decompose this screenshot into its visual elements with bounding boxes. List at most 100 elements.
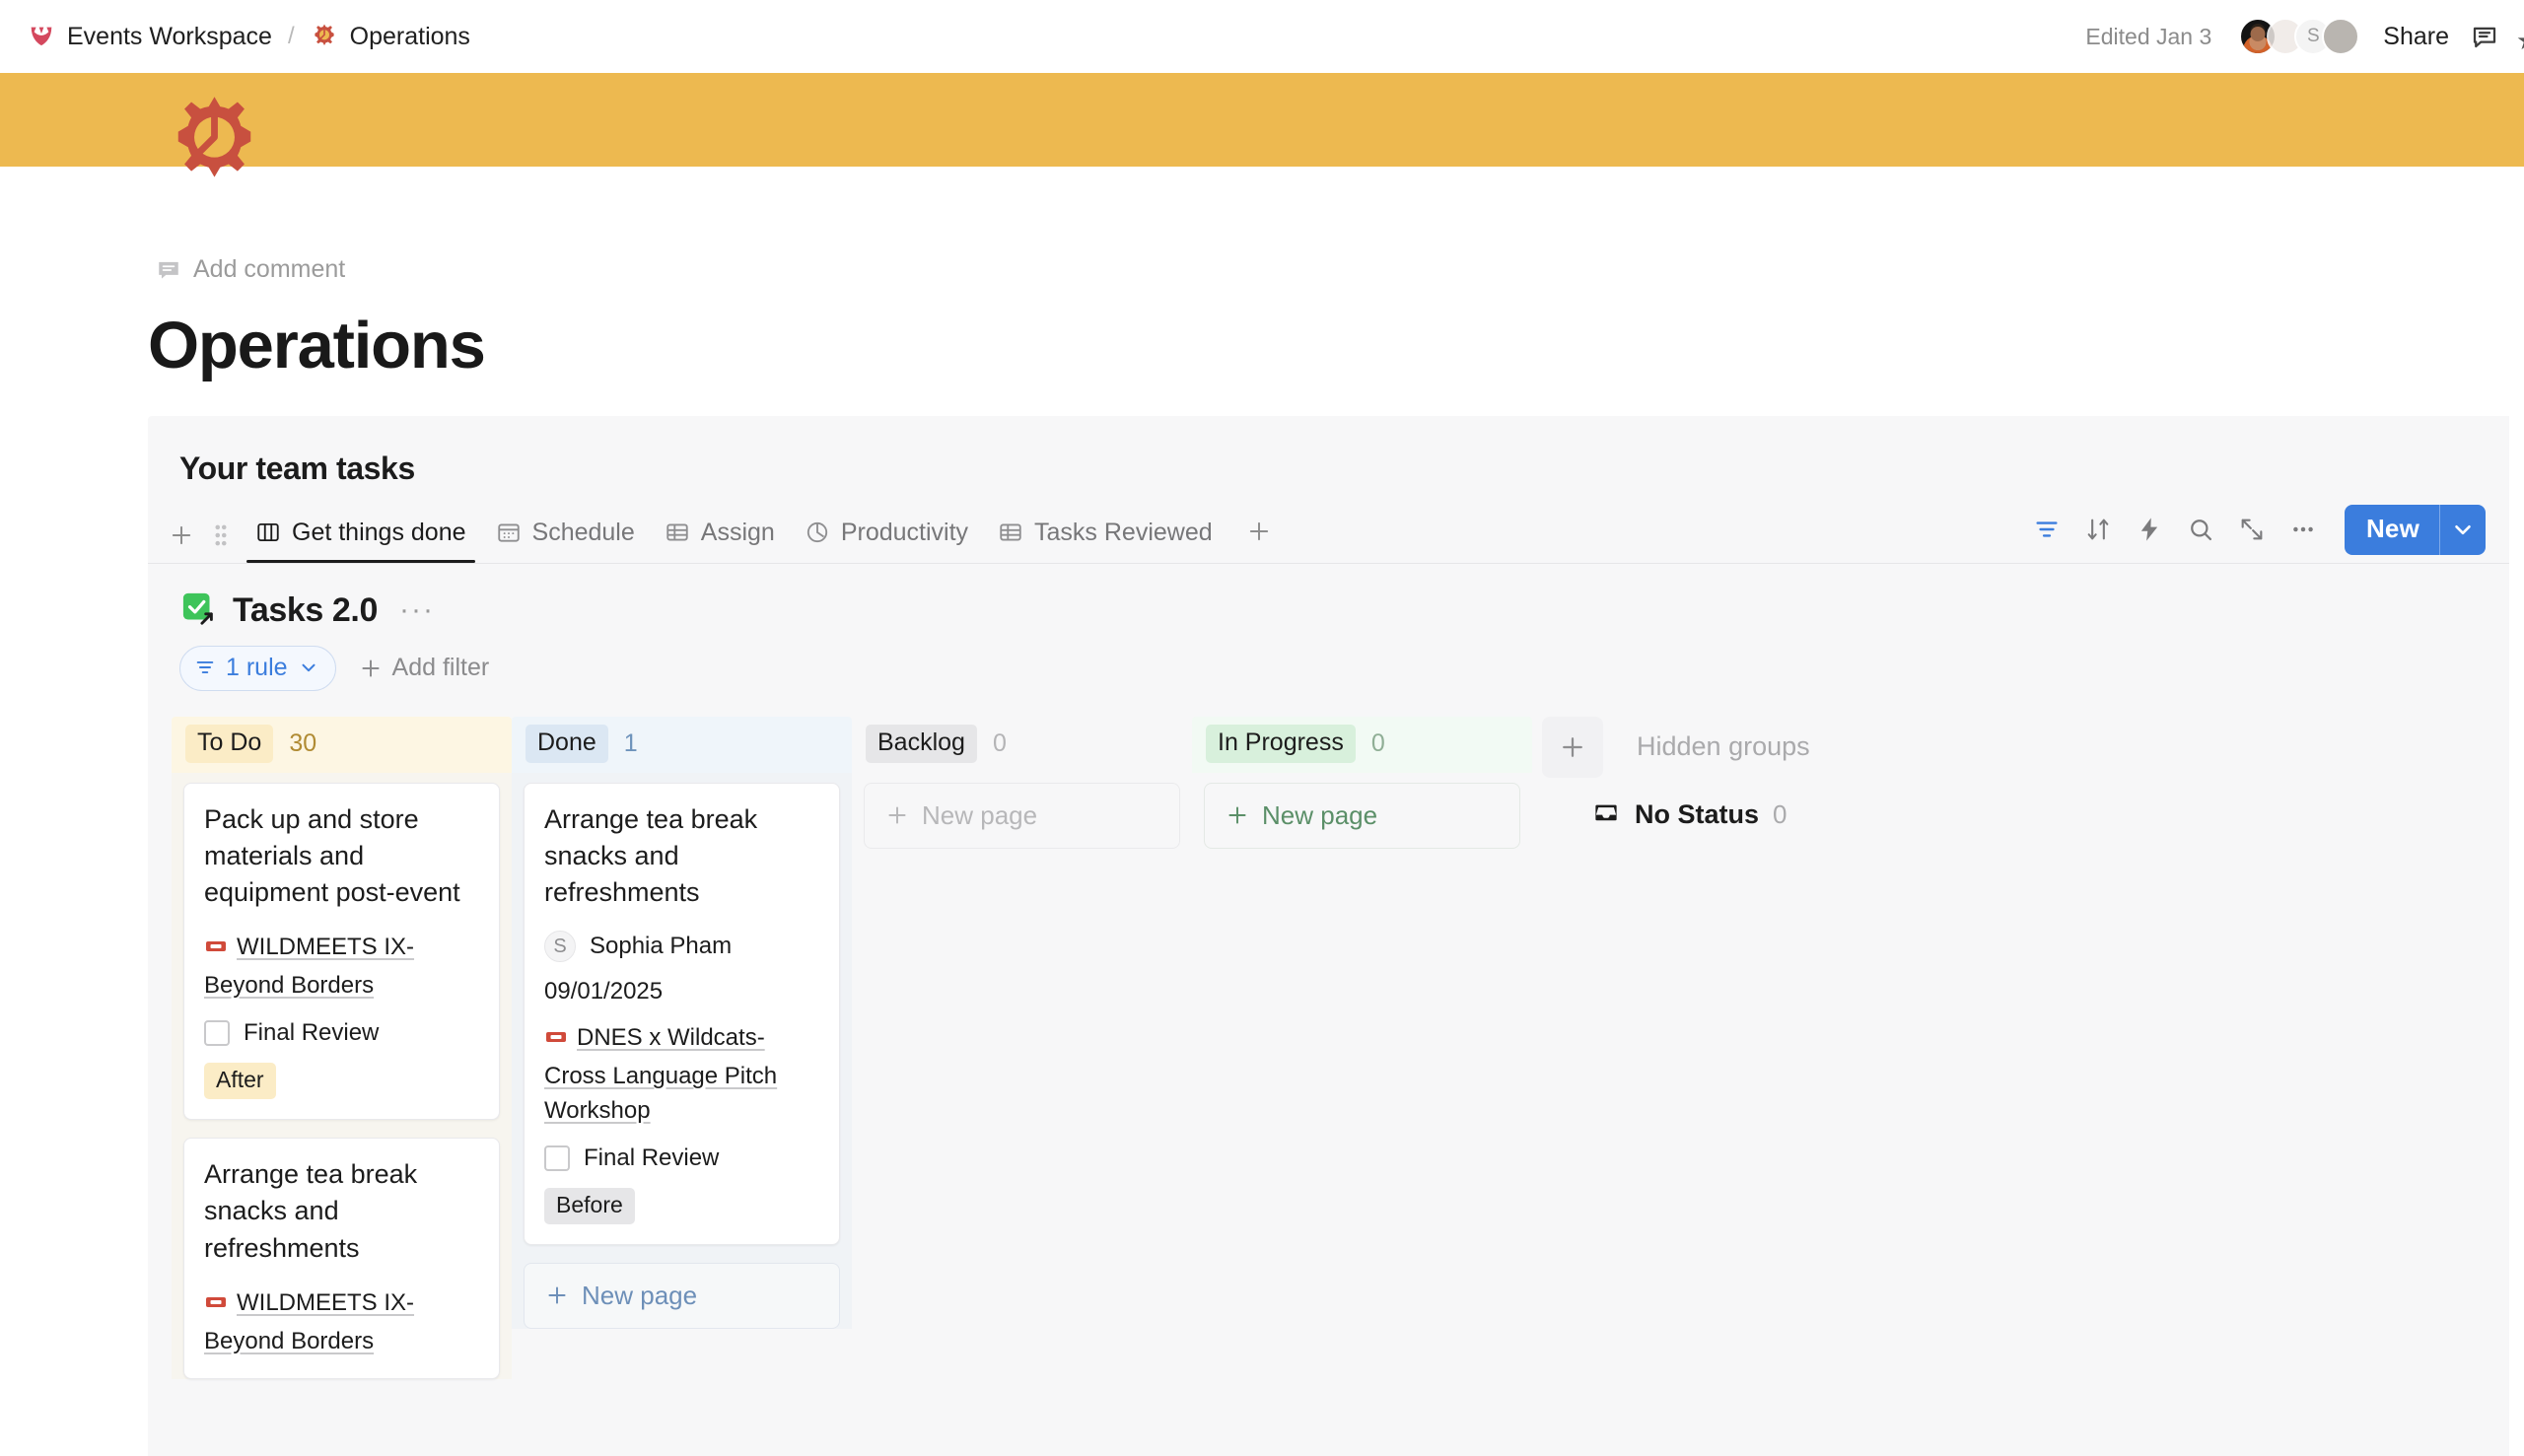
column-count: 1	[623, 728, 638, 757]
tab-assign[interactable]: Assign	[650, 511, 790, 563]
plus-icon	[888, 806, 906, 824]
filter-bar: 1 rule Add filter	[148, 630, 2509, 691]
card-assignee[interactable]: S Sophia Pham	[544, 931, 819, 963]
column-count: 0	[992, 728, 1007, 757]
card-date[interactable]: 09/01/2025	[544, 978, 819, 1005]
database-name[interactable]: Tasks 2.0	[233, 591, 378, 630]
avatar-initial: S	[553, 935, 567, 957]
card-checkbox-label: Final Review	[244, 1019, 380, 1047]
column-count: 0	[1370, 728, 1385, 757]
column-count: 30	[289, 728, 317, 757]
new-page-button-backlog[interactable]: New page	[864, 782, 1180, 849]
page-cover[interactable]	[0, 73, 2524, 167]
tab-tasks-reviewed[interactable]: Tasks Reviewed	[983, 511, 1227, 563]
expand-icon[interactable]	[2228, 506, 2276, 553]
page-header: Add comment Operations	[0, 97, 2524, 382]
last-edited-label[interactable]: Edited Jan 3	[2071, 18, 2225, 56]
breadcrumb-page[interactable]: Operations	[301, 18, 480, 56]
card-relation-label: WILDMEETS IX- Beyond Borders	[204, 1288, 415, 1354]
new-page-label: New page	[1262, 799, 1378, 830]
workspace-logo-icon	[31, 27, 52, 46]
tab-label: Assign	[700, 518, 775, 546]
database-heading[interactable]: Your team tasks	[148, 416, 2509, 487]
new-page-label: New page	[922, 799, 1038, 830]
more-icon[interactable]	[2279, 506, 2327, 553]
filter-rule-chip[interactable]: 1 rule	[179, 645, 336, 691]
chevron-down-icon[interactable]	[2440, 505, 2486, 555]
card-relation-label: WILDMEETS IX- Beyond Borders	[204, 934, 415, 1000]
new-button-label: New	[2365, 513, 2419, 543]
kanban-card[interactable]: Arrange tea break snacks and refreshment…	[524, 782, 840, 1245]
hidden-groups-label: Hidden groups	[1637, 731, 1810, 762]
kanban-column-to-do: To Do 30 Pack up and store materials and…	[172, 716, 512, 1398]
column-body: Pack up and store materials and equipmen…	[172, 772, 512, 1380]
tab-schedule[interactable]: Schedule	[481, 511, 650, 563]
card-relation[interactable]: DNES x Wildcats- Cross Language Pitch Wo…	[544, 1021, 819, 1128]
board-view-icon	[257, 523, 279, 542]
avatar: S	[544, 931, 576, 963]
filter-icon	[196, 661, 214, 674]
column-header[interactable]: To Do 30	[172, 716, 512, 773]
card-tag: Before	[544, 1187, 635, 1224]
page-title[interactable]: Operations	[148, 310, 2524, 382]
checkbox-icon[interactable]	[544, 1144, 570, 1171]
comments-icon[interactable]	[2463, 15, 2506, 58]
kanban-column-backlog: Backlog 0 New page	[852, 717, 1192, 849]
card-relation[interactable]: WILDMEETS IX- Beyond Borders	[204, 931, 479, 1004]
card-relation[interactable]: WILDMEETS IX- Beyond Borders	[204, 1286, 479, 1359]
hidden-group-no-status[interactable]: No Status 0	[1591, 799, 2030, 830]
card-tag: After	[204, 1063, 276, 1100]
tab-productivity[interactable]: Productivity	[790, 511, 983, 563]
add-filter-button[interactable]: Add filter	[346, 647, 502, 689]
plus-icon	[548, 1286, 566, 1304]
filter-icon[interactable]	[2023, 506, 2070, 553]
card-tag-row: After	[204, 1063, 479, 1100]
avatar[interactable]	[2322, 18, 2360, 55]
card-checkbox[interactable]: Final Review	[544, 1144, 819, 1172]
tab-label: Get things done	[292, 518, 466, 546]
add-filter-label: Add filter	[391, 654, 490, 682]
new-page-button-done[interactable]: New page	[524, 1262, 840, 1329]
tab-label: Tasks Reviewed	[1034, 518, 1213, 546]
calendar-view-icon	[497, 523, 520, 542]
inbox-icon	[1595, 804, 1617, 821]
add-block-icon[interactable]	[162, 514, 201, 557]
avatar-initial: S	[2306, 26, 2320, 46]
kanban-column-done: Done 1 Arrange tea break snacks and refr…	[512, 716, 852, 1329]
drag-handle-icon[interactable]	[201, 514, 241, 557]
add-comment-button[interactable]: Add comment	[148, 251, 353, 288]
chevron-down-icon	[302, 663, 316, 672]
status-badge: Done	[526, 724, 608, 763]
add-view-button[interactable]	[1237, 510, 1281, 553]
database-more-icon[interactable]: ···	[391, 593, 443, 627]
tab-get-things-done[interactable]: Get things done	[241, 511, 481, 563]
card-checkbox[interactable]: Final Review	[204, 1019, 479, 1047]
checkbox-icon[interactable]	[204, 1020, 230, 1047]
breadcrumb-workspace[interactable]: Events Workspace	[18, 18, 282, 56]
page-gear-icon[interactable]	[163, 93, 266, 196]
view-toolbar: New	[2023, 504, 2486, 555]
search-icon[interactable]	[2177, 506, 2224, 553]
sort-icon[interactable]	[2074, 506, 2122, 553]
share-button[interactable]: Share	[2369, 16, 2463, 58]
column-header[interactable]: Backlog 0	[852, 717, 1192, 773]
kanban-card[interactable]: Arrange tea break snacks and refreshment…	[183, 1138, 500, 1380]
ticket-icon	[544, 1025, 568, 1060]
new-button[interactable]: New	[2344, 504, 2486, 555]
breadcrumb-separator: /	[287, 23, 295, 49]
column-header[interactable]: In Progress 0	[1192, 716, 1532, 773]
kanban-card[interactable]: Pack up and store materials and equipmen…	[183, 782, 500, 1121]
column-header[interactable]: Done 1	[512, 716, 852, 773]
card-title: Arrange tea break snacks and refreshment…	[204, 1159, 418, 1263]
favorite-star-icon[interactable]: ★	[2516, 26, 2524, 56]
breadcrumb-workspace-label: Events Workspace	[67, 22, 272, 50]
status-badge: In Progress	[1206, 724, 1356, 763]
table-view-icon	[1000, 523, 1021, 541]
kanban-board: To Do 30 Pack up and store materials and…	[148, 691, 2509, 1398]
comment-bubble-icon	[159, 261, 178, 279]
automation-icon[interactable]	[2126, 506, 2173, 553]
collaborator-facepile[interactable]: S	[2239, 18, 2360, 55]
status-badge: Backlog	[866, 724, 977, 763]
new-page-button-in-progress[interactable]: New page	[1204, 782, 1520, 849]
add-group-button[interactable]	[1542, 716, 1603, 778]
